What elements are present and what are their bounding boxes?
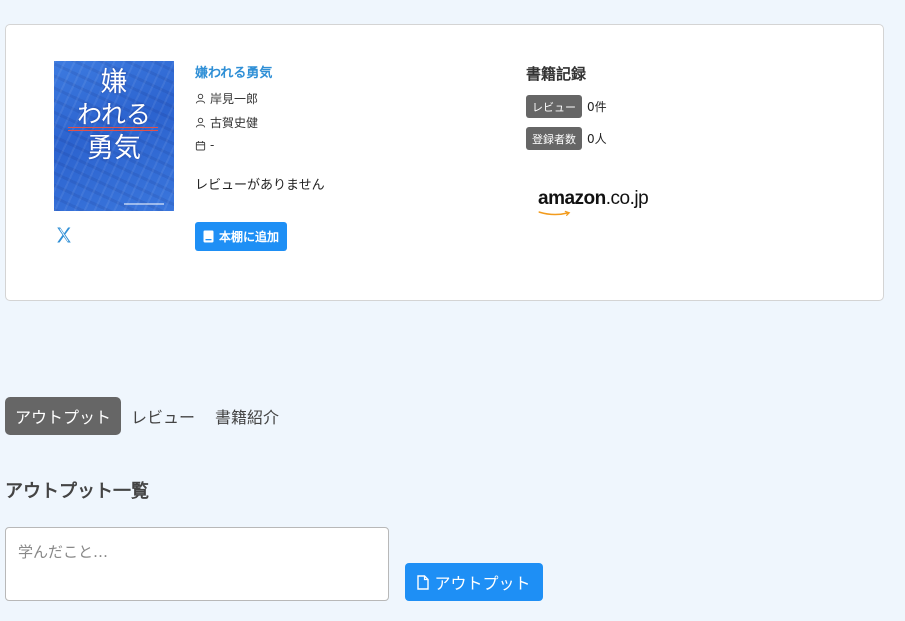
review-badge: レビュー	[526, 95, 582, 118]
submit-output-label: アウトプット	[434, 574, 531, 593]
add-to-shelf-label: 本棚に追加	[219, 230, 280, 244]
submit-output-button[interactable]: アウトプット	[405, 563, 543, 601]
review-status-text: レビューがありません	[195, 178, 325, 193]
output-list-heading: アウトプット一覧	[5, 481, 149, 502]
registered-badge: 登録者数	[526, 127, 582, 150]
x-share-icon[interactable]	[55, 226, 73, 244]
user-icon	[195, 117, 206, 128]
tab-review[interactable]: レビュー	[121, 397, 205, 435]
date-row: -	[195, 138, 214, 152]
author-name: 岸見一郎	[210, 92, 259, 106]
author-row: 古賀史健	[195, 114, 258, 131]
output-input[interactable]	[5, 527, 389, 601]
book-record-heading: 書籍記録	[526, 65, 587, 83]
amazon-link[interactable]: amazon.co.jp	[538, 188, 649, 220]
book-card: 嫌 われる 勇気 嫌われる勇気 岸見一郎 古賀史健 - レビューがありません 本…	[5, 24, 884, 301]
review-count-row: レビュー 0件	[526, 95, 607, 118]
content-tabs: アウトプット レビュー 書籍紹介	[5, 397, 289, 435]
book-icon	[203, 230, 214, 243]
amazon-logo-tld: .co.jp	[605, 188, 649, 209]
amazon-smile-icon	[538, 210, 571, 216]
registered-count: 0人	[587, 132, 607, 146]
book-title-link[interactable]: 嫌われる勇気	[195, 62, 272, 81]
publish-date: -	[210, 138, 215, 152]
amazon-logo-word: amazon	[538, 188, 606, 209]
cover-title-line: 勇気	[87, 133, 141, 164]
tab-book-intro[interactable]: 書籍紹介	[205, 397, 289, 435]
author-row: 岸見一郎	[195, 90, 258, 107]
registered-count-row: 登録者数 0人	[526, 127, 607, 150]
add-to-shelf-button[interactable]: 本棚に追加	[195, 222, 288, 251]
calendar-icon	[195, 140, 206, 150]
book-cover-image[interactable]: 嫌 われる 勇気	[54, 61, 174, 211]
user-icon	[195, 93, 206, 104]
tab-output[interactable]: アウトプット	[5, 397, 122, 435]
cover-decoration	[68, 127, 158, 131]
file-icon	[417, 574, 430, 590]
author-name: 古賀史健	[210, 116, 259, 130]
cover-title-line: 嫌	[100, 67, 128, 98]
review-count: 0件	[587, 100, 607, 114]
cover-decoration	[124, 203, 164, 205]
